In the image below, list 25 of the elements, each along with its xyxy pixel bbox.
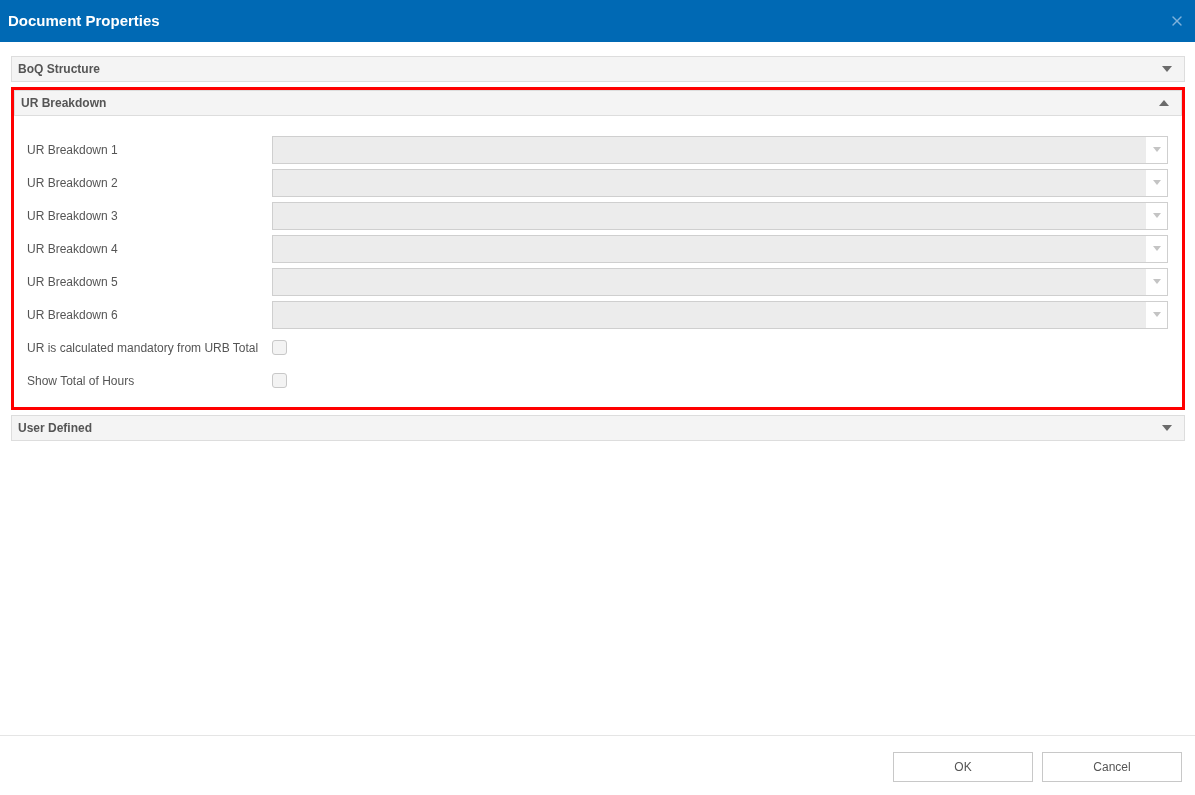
field-label: UR Breakdown 3 [27, 207, 119, 225]
section-header[interactable]: BoQ Structure [11, 56, 1185, 82]
dialog-button[interactable]: OK [893, 752, 1033, 782]
expand-icon [1162, 66, 1172, 72]
field-label: UR Breakdown 2 [27, 174, 119, 192]
caret-icon [1152, 312, 1161, 317]
section-header[interactable]: UR Breakdown [14, 90, 1182, 116]
expand-icon [1162, 425, 1172, 431]
checkbox-label: Show Total of Hours [27, 372, 136, 390]
caret-icon [1152, 213, 1161, 218]
field-label: UR Breakdown 4 [27, 240, 119, 258]
collapse-icon [1159, 100, 1169, 106]
field-label: UR Breakdown 6 [27, 306, 119, 324]
dialog-button[interactable]: Cancel [1042, 752, 1182, 782]
checkbox-label: UR is calculated mandatory from URB Total [27, 339, 260, 357]
caret-icon [1152, 279, 1161, 284]
window-title: Document Properties [8, 10, 160, 31]
checkbox[interactable] [272, 373, 287, 388]
caret-icon [1152, 147, 1161, 152]
caret-icon [1152, 246, 1161, 251]
section-header[interactable]: User Defined [11, 415, 1185, 441]
caret-icon [1152, 180, 1161, 185]
checkbox[interactable] [272, 340, 287, 355]
field-label: UR Breakdown 1 [27, 141, 119, 159]
field-label: UR Breakdown 5 [27, 273, 119, 291]
